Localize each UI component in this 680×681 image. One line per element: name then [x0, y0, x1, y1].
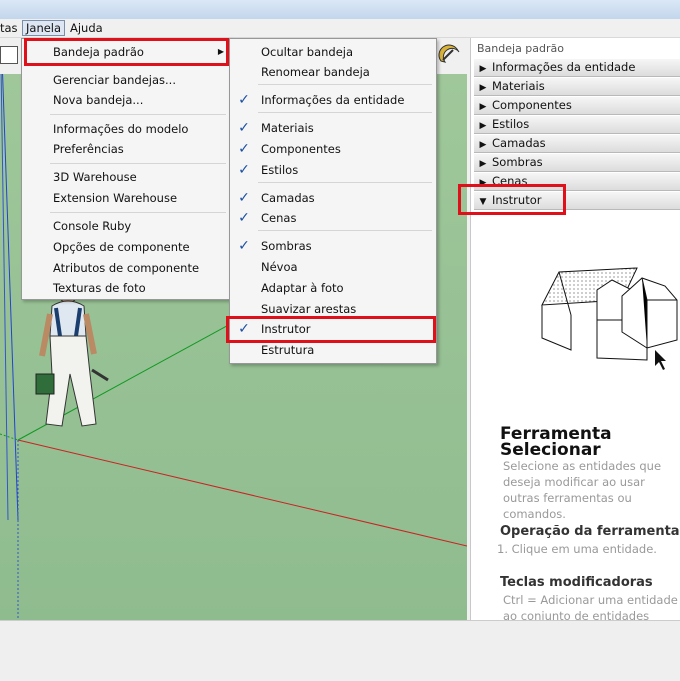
- person-figure: [35, 284, 109, 427]
- submenu-item-0[interactable]: Ocultar bandeja: [230, 42, 436, 62]
- menu-janela[interactable]: Janela: [22, 20, 66, 36]
- highlight-bandeja-padrao: [24, 38, 229, 66]
- submenu-item-9[interactable]: Névoa: [230, 257, 436, 277]
- operation-step: 1. Clique em uma entidade.: [497, 542, 657, 556]
- menu-separator: [258, 182, 432, 183]
- submenu-item-4[interactable]: ✓ Componentes: [230, 139, 436, 159]
- menu-item-informacoes-modelo[interactable]: Informações do modelo: [53, 119, 188, 139]
- highlight-instrutor-tray: [458, 184, 566, 215]
- expand-right-icon: ▶: [479, 159, 487, 169]
- menu-item-atributos-componente[interactable]: Atributos de componente: [53, 258, 199, 278]
- menu-separator: [50, 163, 226, 164]
- modifier-heading: Teclas modificadoras: [500, 575, 653, 590]
- instructor-house-illustration: [541, 267, 678, 370]
- tray-panel-label: Estilos: [492, 117, 530, 131]
- menu-item-gerenciar-bandejas[interactable]: Gerenciar bandejas...: [53, 70, 176, 90]
- tray-panel-label: Materiais: [492, 79, 545, 93]
- expand-right-icon: ▶: [479, 83, 487, 93]
- menu-bar: tas Janela Ajuda: [0, 19, 680, 38]
- tray-panel-label: Informações da entidade: [492, 60, 636, 74]
- menu-item-extension-warehouse[interactable]: Extension Warehouse: [53, 188, 177, 208]
- tray-panel-0[interactable]: ▶ Informações da entidade: [474, 58, 680, 77]
- menu-item-3d-warehouse[interactable]: 3D Warehouse: [53, 167, 137, 187]
- submenu-item-13[interactable]: Estrutura: [230, 340, 436, 360]
- tray-panel-5[interactable]: ▶ Sombras: [474, 153, 680, 172]
- protractor-icon[interactable]: [438, 43, 460, 65]
- menu-item-console-ruby[interactable]: Console Ruby: [53, 216, 131, 236]
- tray-panel-label: Componentes: [492, 98, 572, 112]
- menu-item-texturas-foto[interactable]: Texturas de foto: [53, 278, 146, 298]
- submenu-item-label: Estilos: [261, 163, 299, 177]
- menu-ajuda[interactable]: Ajuda: [70, 21, 103, 35]
- menu-separator: [258, 84, 432, 85]
- submenu-item-label: Informações da entidade: [261, 93, 405, 107]
- instructor-description: Selecione as entidades que deseja modifi…: [503, 459, 662, 521]
- check-icon: ✓: [238, 120, 250, 136]
- submenu-item-label: Componentes: [261, 142, 341, 156]
- check-icon: ✓: [238, 210, 250, 226]
- submenu-item-label: Materiais: [261, 121, 314, 135]
- check-icon: ✓: [238, 92, 250, 108]
- tray-panel-1[interactable]: ▶ Materiais: [474, 77, 680, 96]
- submenu-item-1[interactable]: Renomear bandeja: [230, 62, 436, 82]
- check-icon: ✓: [238, 162, 250, 178]
- tray-panel-2[interactable]: ▶ Componentes: [474, 96, 680, 115]
- submenu-item-label: Renomear bandeja: [261, 65, 370, 79]
- window-titlebar: [0, 0, 680, 20]
- check-icon: ✓: [238, 190, 250, 206]
- check-icon: ✓: [238, 141, 250, 157]
- menu-partial[interactable]: tas: [0, 21, 18, 35]
- highlight-instrutor-menu-item: [226, 316, 436, 343]
- menu-separator: [50, 212, 226, 213]
- submenu-item-6[interactable]: ✓ Camadas: [230, 188, 436, 208]
- tray-panel-3[interactable]: ▶ Estilos: [474, 115, 680, 134]
- check-icon: ✓: [238, 238, 250, 254]
- menu-item-preferencias[interactable]: Preferências: [53, 139, 124, 159]
- submenu-item-7[interactable]: ✓ Cenas: [230, 208, 436, 228]
- status-area: [0, 620, 680, 681]
- submenu-item-2[interactable]: ✓ Informações da entidade: [230, 90, 436, 110]
- instructor-title-line2: Selecionar: [500, 440, 601, 460]
- expand-right-icon: ▶: [479, 140, 487, 150]
- tray-panel-label: Camadas: [492, 136, 546, 150]
- operation-heading: Operação da ferramenta: [500, 524, 680, 539]
- expand-right-icon: ▶: [479, 121, 487, 131]
- open-icon[interactable]: [0, 46, 18, 64]
- submenu-item-label: Camadas: [261, 191, 315, 205]
- tray-title: Bandeja padrão: [477, 42, 565, 55]
- menu-item-opcoes-componente[interactable]: Opções de componente: [53, 237, 190, 257]
- submenu-item-3[interactable]: ✓ Materiais: [230, 118, 436, 138]
- submenu-item-label: Névoa: [261, 260, 298, 274]
- submenu-item-label: Estrutura: [261, 343, 315, 357]
- submenu-item-label: Ocultar bandeja: [261, 45, 354, 59]
- submenu-item-label: Adaptar à foto: [261, 281, 344, 295]
- menu-separator: [258, 230, 432, 231]
- menu-item-nova-bandeja[interactable]: Nova bandeja...: [53, 90, 143, 110]
- submenu-item-label: Sombras: [261, 239, 312, 253]
- submenu-item-5[interactable]: ✓ Estilos: [230, 160, 436, 180]
- tray-panel-label: Sombras: [492, 155, 543, 169]
- expand-right-icon: ▶: [479, 102, 487, 112]
- submenu-item-10[interactable]: Adaptar à foto: [230, 278, 436, 298]
- tray-panel-4[interactable]: ▶ Camadas: [474, 134, 680, 153]
- submenu-item-label: Cenas: [261, 211, 297, 225]
- submenu-item-8[interactable]: ✓ Sombras: [230, 236, 436, 256]
- menu-separator: [258, 112, 432, 113]
- expand-right-icon: ▶: [479, 64, 487, 74]
- tray-panel: Bandeja padrão ▶ Informações da entidade ▶…: [470, 38, 680, 623]
- janela-menu: Bandeja padrão ▶ Gerenciar bandejas... N…: [21, 38, 231, 300]
- menu-separator: [50, 114, 226, 115]
